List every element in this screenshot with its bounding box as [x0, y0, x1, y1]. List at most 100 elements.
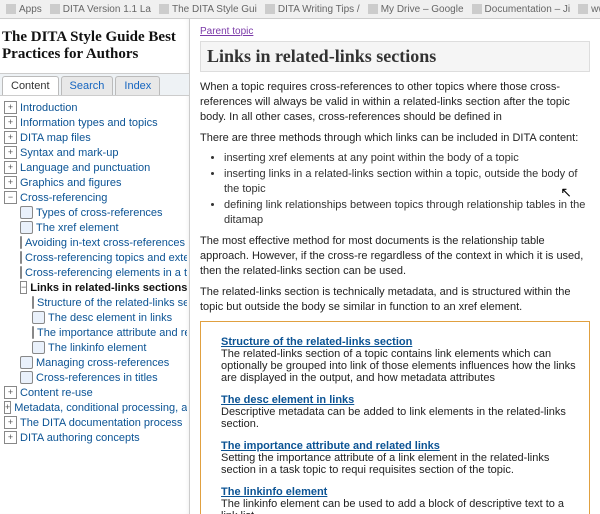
browser-tab[interactable]: DITA Version 1.1 La [50, 4, 151, 15]
related-link-title[interactable]: The linkinfo element [221, 486, 579, 498]
paragraph: There are three methods through which li… [200, 131, 590, 146]
tab-label: Apps [19, 4, 42, 15]
favicon-icon [6, 4, 16, 14]
nav-item-label: Cross-referencing elements in a topic [25, 267, 187, 279]
nav-item-label: The DITA documentation process [20, 417, 182, 429]
tab-label: DITA Version 1.1 La [63, 4, 151, 15]
nav-item[interactable]: +Information types and topics [4, 115, 187, 130]
nav-item-label: Language and punctuation [20, 162, 150, 174]
document-icon [32, 326, 34, 339]
folder-icon: + [4, 401, 11, 414]
parent-topic-link[interactable]: Parent topic [200, 26, 253, 37]
document-icon [20, 356, 33, 369]
nav-item-label: The desc element in links [48, 312, 172, 324]
favicon-icon [159, 4, 169, 14]
favicon-icon [578, 4, 588, 14]
tab-label: DITA Writing Tips / [278, 4, 360, 15]
document-icon [32, 296, 34, 309]
nav-item[interactable]: +Content re-use [4, 385, 187, 400]
nav-item-label: Cross-referencing topics and external re… [25, 252, 187, 264]
nav-item-label: Introduction [20, 102, 77, 114]
nav-item-label: Content re-use [20, 387, 93, 399]
related-link-desc: The related-links section of a topic con… [221, 348, 579, 384]
nav-item-label: Cross-references in titles [36, 372, 158, 384]
nav-item-label: The xref element [36, 222, 119, 234]
folder-icon: + [4, 416, 17, 429]
browser-tab[interactable]: DITA Writing Tips / [265, 4, 360, 15]
tab-label: Documentation – Ji [485, 4, 571, 15]
paragraph: When a topic requires cross-references t… [200, 80, 590, 125]
tab-index[interactable]: Index [115, 76, 160, 95]
nav-item[interactable]: Cross-referencing elements in a topic [4, 265, 187, 280]
related-link-title[interactable]: Structure of the related-links section [221, 336, 579, 348]
nav-item[interactable]: −Cross-referencing [4, 190, 187, 205]
nav-item[interactable]: +The DITA documentation process [4, 415, 187, 430]
nav-item-label: Graphics and figures [20, 177, 122, 189]
nav-item-label: The linkinfo element [48, 342, 146, 354]
related-link-desc: Setting the importance attribute of a li… [221, 452, 579, 476]
content-pane: ↖ Parent topic Links in related-links se… [190, 19, 600, 514]
page-title: Links in related-links sections [200, 41, 590, 72]
nav-item[interactable]: +Graphics and figures [4, 175, 187, 190]
browser-tab[interactable]: My Drive – Google [368, 4, 464, 15]
related-link-title[interactable]: The desc element in links [221, 394, 579, 406]
nav-item[interactable]: Avoiding in-text cross-references to top… [4, 235, 187, 250]
document-icon [20, 371, 33, 384]
paragraph: The related-links section is technically… [200, 285, 590, 315]
browser-tab[interactable]: www.santaclaral [578, 4, 600, 15]
sidebar: The DITA Style Guide Best Practices for … [0, 19, 190, 514]
nav-item[interactable]: Types of cross-references [4, 205, 187, 220]
nav-item-label: Managing cross-references [36, 357, 169, 369]
nav-item[interactable]: +Syntax and mark-up [4, 145, 187, 160]
nav-item[interactable]: Managing cross-references [4, 355, 187, 370]
tab-content[interactable]: Content [2, 76, 59, 95]
nav-item[interactable]: +Language and punctuation [4, 160, 187, 175]
nav-item[interactable]: Cross-references in titles [4, 370, 187, 385]
nav-item-label: Links in related-links sections [30, 282, 187, 294]
sidebar-tabs: Content Search Index [0, 73, 189, 96]
mouse-cursor-icon: ↖ [560, 184, 572, 201]
related-link-item: The importance attribute and related lin… [221, 440, 579, 476]
browser-tab[interactable]: Apps [6, 4, 42, 15]
nav-item[interactable]: Structure of the related-links section [4, 295, 187, 310]
related-link-desc: The linkinfo element can be used to add … [221, 498, 579, 514]
favicon-icon [368, 4, 378, 14]
tab-label: The DITA Style Gui [172, 4, 257, 15]
related-link-item: The desc element in links Descriptive me… [221, 394, 579, 430]
sidebar-title: The DITA Style Guide Best Practices for … [0, 19, 189, 73]
nav-item-label: Cross-referencing [20, 192, 107, 204]
nav-item[interactable]: The desc element in links [4, 310, 187, 325]
browser-tab[interactable]: Documentation – Ji [472, 4, 571, 15]
nav-item[interactable]: +Introduction [4, 100, 187, 115]
list-item: inserting xref elements at any point wit… [224, 151, 590, 166]
tab-search[interactable]: Search [61, 76, 114, 95]
nav-item[interactable]: +DITA map files [4, 130, 187, 145]
nav-item-label: The importance attribute and related lin… [37, 327, 187, 339]
nav-item[interactable]: Cross-referencing topics and external re… [4, 250, 187, 265]
nav-item-label: Types of cross-references [36, 207, 163, 219]
folder-icon: + [4, 131, 17, 144]
folder-icon: + [4, 176, 17, 189]
related-link-title[interactable]: The importance attribute and related lin… [221, 440, 579, 452]
document-icon [32, 341, 45, 354]
nav-item[interactable]: The xref element [4, 220, 187, 235]
nav-item[interactable]: +DITA authoring concepts [4, 430, 187, 445]
document-icon [20, 206, 33, 219]
nav-item[interactable]: −Links in related-links sections [4, 280, 187, 295]
nav-item[interactable]: +Metadata, conditional processing, and i… [4, 400, 187, 415]
folder-icon: + [4, 431, 17, 444]
document-icon [20, 251, 22, 264]
browser-tab[interactable]: The DITA Style Gui [159, 4, 257, 15]
related-link-item: Structure of the related-links section T… [221, 336, 579, 384]
folder-icon: + [4, 146, 17, 159]
nav-item-label: Syntax and mark-up [20, 147, 118, 159]
document-icon [20, 236, 22, 249]
tab-label: www.santaclaral [591, 4, 600, 15]
browser-tab-bar: Apps DITA Version 1.1 La The DITA Style … [0, 0, 600, 19]
tab-label: My Drive – Google [381, 4, 464, 15]
folder-icon: + [4, 161, 17, 174]
folder-icon: + [4, 386, 17, 399]
nav-item[interactable]: The linkinfo element [4, 340, 187, 355]
favicon-icon [265, 4, 275, 14]
nav-item[interactable]: The importance attribute and related lin… [4, 325, 187, 340]
